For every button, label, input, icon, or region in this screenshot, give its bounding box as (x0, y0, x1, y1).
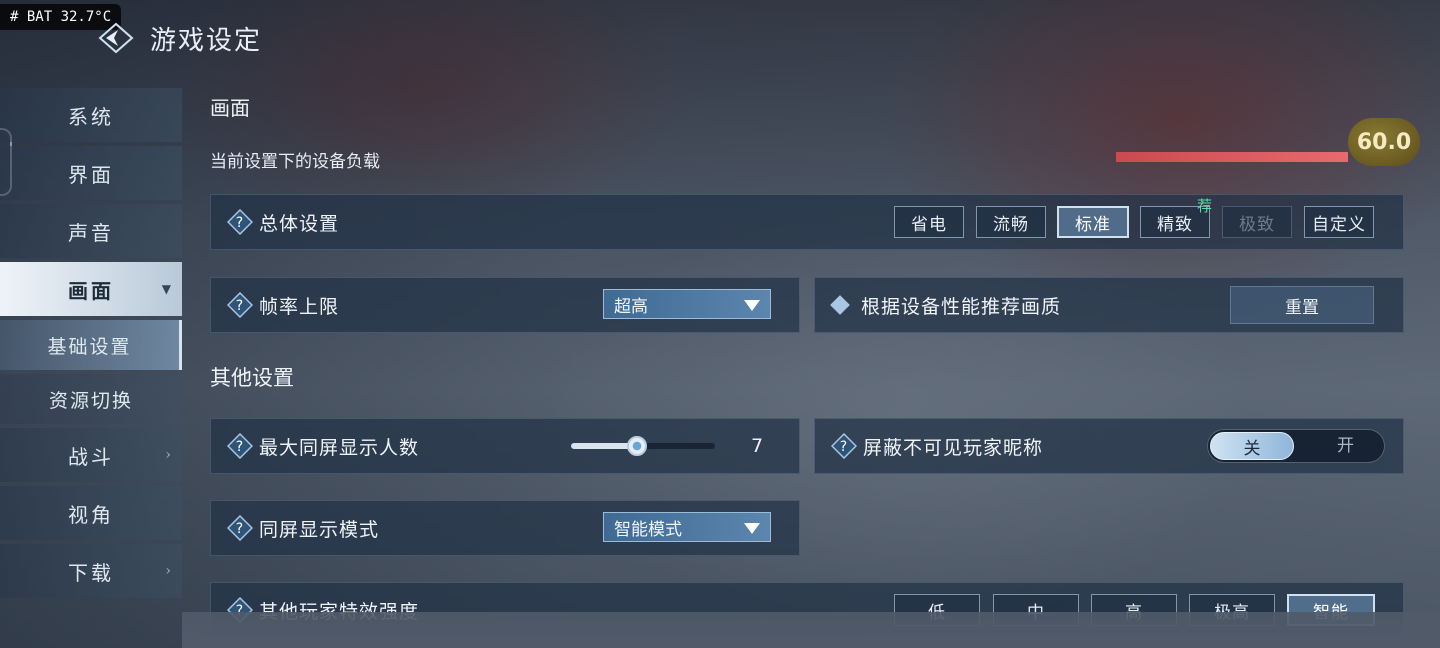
frame-rate-value: 超高 (614, 296, 648, 317)
frame-rate-label: 帧率上限 (259, 295, 340, 318)
help-icon[interactable]: ? (226, 514, 254, 542)
max-players-slider-thumb[interactable] (627, 436, 647, 456)
max-players-label: 最大同屏显示人数 (259, 436, 420, 459)
sidebar-item-label: 系统 (68, 104, 114, 129)
sidebar-subitem-label: 资源切换 (48, 389, 133, 412)
sidebar-item-interface[interactable]: 界面 (0, 146, 182, 200)
svg-text:?: ? (840, 439, 848, 455)
sidebar-subitem-basic-settings[interactable]: 基础设置 (0, 320, 182, 370)
overall-settings-row: ? 总体设置 省电 流畅 标准 精致 荐 极致 自定义 (210, 194, 1404, 250)
help-icon[interactable]: ? (226, 432, 254, 460)
bottom-fade (182, 612, 1440, 648)
game-logo-icon (96, 18, 136, 58)
fps-badge: 60.0 (1348, 118, 1420, 166)
sidebar-item-label: 视角 (68, 502, 114, 527)
dropdown-arrow-icon (744, 523, 760, 534)
frame-rate-row: ? 帧率上限 超高 (210, 277, 800, 333)
reset-button[interactable]: 重置 (1230, 286, 1374, 324)
display-mode-value: 智能模式 (614, 519, 682, 540)
section-title-graphics: 画面 (210, 96, 250, 120)
diamond-bullet-icon (830, 295, 850, 315)
toggle-off-option[interactable]: 关 (1210, 432, 1294, 460)
sidebar-item-combat[interactable]: 战斗 › (0, 428, 182, 482)
hide-names-toggle[interactable]: 关 开 (1207, 429, 1385, 463)
toggle-on-option[interactable]: 开 (1337, 430, 1354, 462)
help-icon[interactable]: ? (226, 208, 254, 236)
display-mode-dropdown[interactable]: 智能模式 (603, 512, 771, 542)
frame-rate-dropdown[interactable]: 超高 (603, 289, 771, 319)
preset-smooth-button[interactable]: 流畅 (976, 206, 1046, 238)
preset-standard-button[interactable]: 标准 (1057, 206, 1129, 238)
display-mode-row: ? 同屏显示模式 智能模式 (210, 500, 800, 556)
display-mode-label: 同屏显示模式 (259, 518, 380, 541)
svg-text:?: ? (236, 215, 244, 231)
preset-fine-label: 精致 (1157, 214, 1193, 235)
sidebar-subitem-label: 基础设置 (47, 335, 132, 358)
preset-power-saving-button[interactable]: 省电 (894, 206, 964, 238)
sidebar-item-label: 下载 (68, 560, 114, 585)
device-load-bar (1116, 152, 1348, 162)
sidebar-item-label: 声音 (68, 220, 114, 245)
recommend-quality-row: 根据设备性能推荐画质 重置 (814, 277, 1404, 333)
sidebar-item-label: 画面 (68, 278, 114, 303)
sidebar-subitem-resource-switch[interactable]: 资源切换 (0, 374, 182, 424)
max-players-row: ? 最大同屏显示人数 7 (210, 418, 800, 474)
overall-settings-label: 总体设置 (259, 212, 340, 235)
svg-text:?: ? (236, 439, 244, 455)
page-header: 游戏设定 (96, 16, 262, 60)
sidebar-item-label: 界面 (68, 162, 114, 187)
page-title: 游戏设定 (150, 25, 263, 56)
preset-extreme-button[interactable]: 极致 (1222, 206, 1292, 238)
preset-custom-button[interactable]: 自定义 (1304, 206, 1374, 238)
sidebar-item-camera[interactable]: 视角 (0, 486, 182, 540)
help-icon[interactable]: ? (226, 291, 254, 319)
device-load-label: 当前设置下的设备负载 (210, 152, 380, 172)
max-players-value: 7 (751, 435, 764, 457)
chevron-down-icon: ▼ (161, 282, 174, 296)
chevron-right-icon: › (165, 563, 174, 579)
svg-text:?: ? (236, 298, 244, 314)
sidebar-item-graphics[interactable]: 画面 ▼ (0, 262, 182, 316)
hide-names-label: 屏蔽不可见玩家昵称 (863, 436, 1044, 459)
help-icon[interactable]: ? (830, 432, 858, 460)
svg-text:?: ? (236, 521, 244, 537)
section-title-other: 其他设置 (210, 366, 294, 390)
recommended-badge: 荐 (1196, 197, 1213, 215)
recommend-quality-label: 根据设备性能推荐画质 (861, 295, 1062, 318)
sidebar-item-sound[interactable]: 声音 (0, 204, 182, 258)
sidebar-item-system[interactable]: 系统 (0, 88, 182, 142)
preset-fine-button[interactable]: 精致 荐 (1140, 197, 1212, 238)
hide-names-row: ? 屏蔽不可见玩家昵称 关 开 (814, 418, 1404, 474)
chevron-right-icon: › (165, 447, 174, 463)
dropdown-arrow-icon (744, 300, 760, 311)
sidebar: 系统 界面 声音 画面 ▼ 基础设置 资源切换 战斗 › 视角 下载 › (0, 88, 182, 602)
sidebar-item-download[interactable]: 下载 › (0, 544, 182, 598)
sidebar-item-label: 战斗 (68, 444, 114, 469)
